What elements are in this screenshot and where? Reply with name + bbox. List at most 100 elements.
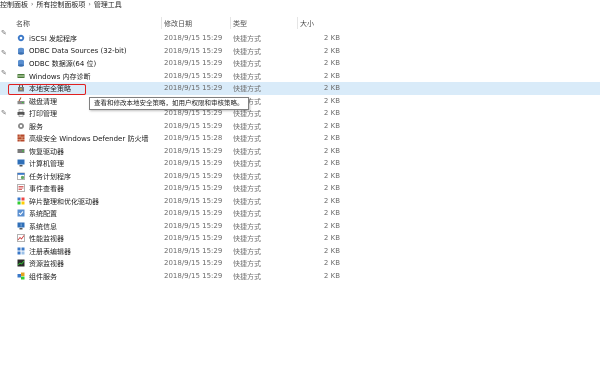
file-size: 2 KB: [323, 71, 340, 80]
file-type: 快捷方式: [233, 260, 261, 268]
file-name: 服务: [29, 122, 43, 131]
file-row[interactable]: ODBC 数据源(64 位) 2018/9/15 15:29 快捷方式 2 KB: [0, 57, 600, 70]
file-row[interactable]: 资源监视器 2018/9/15 15:29 快捷方式 2 KB: [0, 257, 600, 270]
file-type: 快捷方式: [233, 185, 261, 193]
disk-cleanup-icon: [17, 96, 25, 105]
defrag-icon: [17, 197, 25, 205]
file-date: 2018/9/15 15:29: [164, 259, 223, 267]
breadcrumb-chevron-icon[interactable]: ›: [31, 1, 33, 8]
column-header-size[interactable]: 大小: [300, 19, 314, 29]
file-name: 碎片整理和优化驱动器: [29, 197, 99, 206]
file-date: 2018/9/15 15:29: [164, 109, 223, 117]
column-header-date[interactable]: 修改日期: [164, 19, 192, 29]
column-divider[interactable]: [297, 17, 298, 29]
task-scheduler-icon: [17, 172, 25, 180]
file-date: 2018/9/15 15:29: [164, 146, 223, 155]
file-size: 2 KB: [323, 109, 340, 117]
file-type: 快捷方式: [233, 47, 261, 56]
file-type: 快捷方式: [233, 72, 261, 81]
computer-management-icon: [17, 159, 25, 167]
file-row[interactable]: ODBC Data Sources (32-bit) 2018/9/15 15:2…: [0, 45, 600, 58]
file-name: 磁盘清理: [29, 97, 57, 106]
recovery-drive-icon: [17, 147, 25, 155]
file-date: 2018/9/15 15:29: [164, 121, 223, 130]
iscsi-icon: [17, 34, 25, 42]
column-header-type[interactable]: 类型: [233, 19, 247, 29]
file-row[interactable]: 性能监视器 2018/9/15 15:29 快捷方式 2 KB: [0, 232, 600, 245]
file-row[interactable]: 恢复驱动器 2018/9/15 15:29 快捷方式 2 KB: [0, 145, 600, 158]
file-row[interactable]: i 系统信息 2018/9/15 15:29 快捷方式 2 KB: [0, 220, 600, 233]
breadcrumb-item-admin-tools[interactable]: 管理工具: [94, 0, 122, 10]
file-date: 2018/9/15 15:29: [164, 234, 223, 242]
file-size: 2 KB: [323, 96, 340, 105]
file-name: 打印管理: [29, 110, 57, 118]
services-icon: [17, 122, 25, 130]
file-row[interactable]: 本地安全策略 2018/9/15 15:29 快捷方式 2 KB: [0, 82, 600, 95]
file-size: 2 KB: [323, 59, 340, 67]
file-size: 2 KB: [323, 271, 340, 280]
breadcrumb-chevron-icon[interactable]: ›: [88, 1, 90, 8]
performance-monitor-icon: [17, 234, 25, 242]
file-size: 2 KB: [323, 221, 340, 230]
column-header-name[interactable]: 名称: [16, 19, 30, 29]
file-row[interactable]: 计算机管理 2018/9/15 15:29 快捷方式 2 KB: [0, 157, 600, 170]
file-row[interactable]: Windows 内存诊断 2018/9/15 15:29 快捷方式 2 KB: [0, 70, 600, 83]
file-size: 2 KB: [323, 121, 340, 130]
file-name: 任务计划程序: [29, 172, 71, 181]
file-row[interactable]: 高级安全 Windows Defender 防火墙 2018/9/15 15:28…: [0, 132, 600, 145]
file-date: 2018/9/15 15:29: [164, 159, 223, 167]
file-name: iSCSI 发起程序: [29, 35, 78, 43]
file-type: 快捷方式: [233, 110, 261, 118]
file-row[interactable]: 组件服务 2018/9/15 15:29 快捷方式 2 KB: [0, 270, 600, 283]
file-name: ODBC Data Sources (32-bit): [29, 46, 127, 55]
file-type: 快捷方式: [233, 160, 261, 168]
odbc-icon: [17, 47, 25, 55]
file-type: 快捷方式: [233, 235, 261, 243]
registry-editor-icon: [17, 247, 25, 255]
file-type: 快捷方式: [233, 147, 261, 156]
printer-icon: [17, 109, 25, 117]
file-name: ODBC 数据源(64 位): [29, 60, 97, 68]
file-date: 2018/9/15 15:29: [164, 71, 223, 80]
file-name: 组件服务: [29, 272, 57, 281]
file-date: 2018/9/15 15:29: [164, 196, 223, 205]
tooltip: 查看和修改本地安全策略，如用户权限和审核策略。: [89, 97, 249, 110]
file-size: 2 KB: [323, 34, 340, 42]
file-size: 2 KB: [323, 146, 340, 155]
file-date: 2018/9/15 15:29: [164, 221, 223, 230]
system-config-icon: [17, 209, 25, 217]
file-size: 2 KB: [323, 84, 340, 92]
file-size: 2 KB: [323, 134, 340, 142]
file-size: 2 KB: [323, 196, 340, 205]
file-date: 2018/9/15 15:29: [164, 246, 223, 255]
resource-monitor-icon: [17, 259, 25, 267]
file-name: 系统配置: [29, 210, 57, 218]
file-date: 2018/9/15 15:29: [164, 46, 223, 55]
file-row[interactable]: iSCSI 发起程序 2018/9/15 15:29 快捷方式 2 KB: [0, 32, 600, 45]
file-row[interactable]: 服务 2018/9/15 15:29 快捷方式 2 KB: [0, 120, 600, 133]
file-name: 性能监视器: [29, 235, 64, 243]
file-name: 事件查看器: [29, 185, 64, 193]
file-row[interactable]: 注册表编辑器 2018/9/15 15:29 快捷方式 2 KB: [0, 245, 600, 258]
column-divider[interactable]: [161, 17, 162, 29]
system-info-icon: i: [17, 222, 25, 230]
file-row[interactable]: 任务计划程序 2018/9/15 15:29 快捷方式 2 KB: [0, 170, 600, 183]
event-viewer-icon: [17, 184, 25, 192]
file-name: 恢复驱动器: [29, 147, 64, 156]
file-type: 快捷方式: [233, 85, 261, 93]
file-type: 快捷方式: [233, 122, 261, 131]
column-divider[interactable]: [230, 17, 231, 29]
file-size: 2 KB: [323, 171, 340, 180]
column-header-row: 名称 修改日期 类型 大小: [13, 17, 353, 29]
odbc-icon: [17, 59, 25, 67]
file-size: 2 KB: [323, 234, 340, 242]
component-services-icon: [17, 272, 25, 280]
file-row[interactable]: 系统配置 2018/9/15 15:29 快捷方式 2 KB: [0, 207, 600, 220]
file-type: 快捷方式: [233, 210, 261, 218]
firewall-icon: [17, 134, 25, 142]
file-size: 2 KB: [323, 259, 340, 267]
file-row[interactable]: 碎片整理和优化驱动器 2018/9/15 15:29 快捷方式 2 KB: [0, 195, 600, 208]
file-row[interactable]: 事件查看器 2018/9/15 15:29 快捷方式 2 KB: [0, 182, 600, 195]
breadcrumb-item-all-items[interactable]: 所有控制面板项: [36, 0, 85, 10]
file-date: 2018/9/15 15:29: [164, 34, 223, 42]
